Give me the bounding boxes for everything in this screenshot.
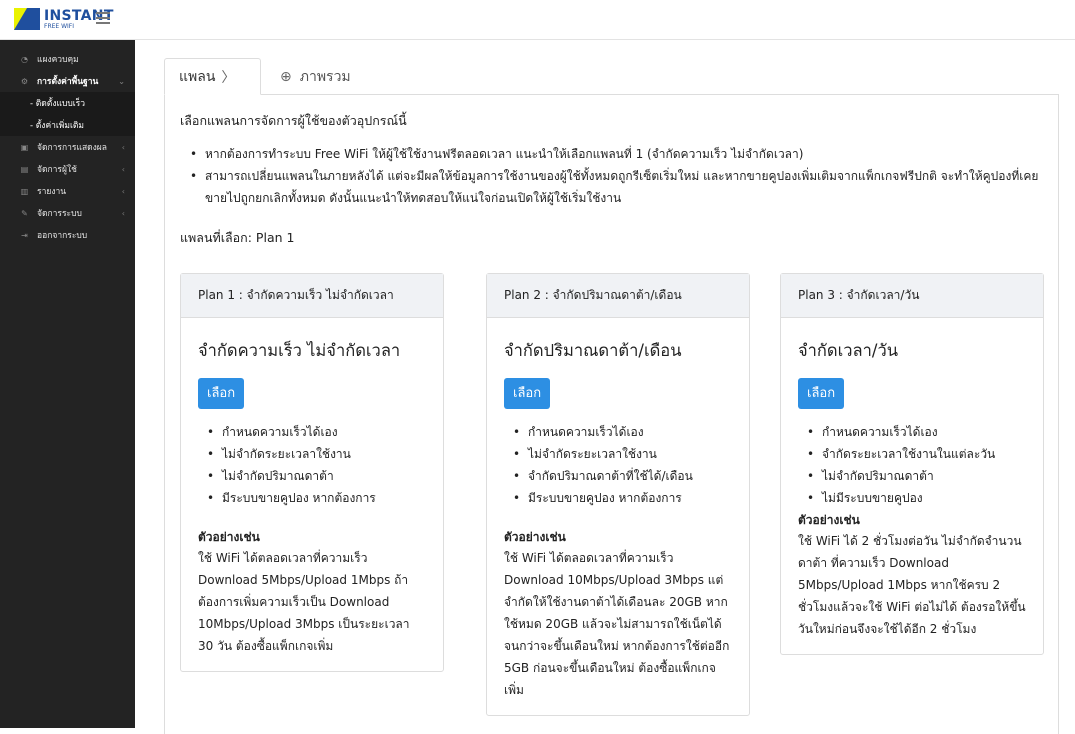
logo-mark-icon: [14, 8, 40, 30]
example-title: ตัวอย่างเช่น: [798, 513, 860, 527]
feature-item: จำกัดปริมาณดาต้าที่ใช้ได้/เดือน: [504, 465, 732, 487]
chart-icon: ▥: [20, 186, 29, 196]
feature-item: ไม่จำกัดระยะเวลาใช้งาน: [504, 443, 732, 465]
example-text: ใช้ WiFi ได้ตลอดเวลาที่ความเร็ว Download…: [198, 551, 410, 653]
feature-item: กำหนดความเร็วได้เอง: [198, 421, 426, 443]
main-content: แพลน 〉 ⊕ ภาพรวม เลือกแพลนการจัดการผู้ใช้…: [160, 58, 1059, 734]
tab-overview[interactable]: ⊕ ภาพรวม: [266, 58, 365, 95]
info-list: หากต้องการทำระบบ Free WiFi ให้ผู้ใช้ใช้ง…: [180, 143, 1050, 209]
sidebar-item-label: ออกจากระบบ: [37, 231, 88, 241]
plan-card-3: Plan 3 : จำกัดเวลา/วัน จำกัดเวลา/วัน เลื…: [780, 273, 1044, 655]
chevron-down-icon: ⌄: [118, 76, 125, 86]
sidebar-item-basic-settings[interactable]: ⚙ การตั้งค่าพื้นฐาน ⌄: [0, 70, 135, 92]
example-text: ใช้ WiFi ได้ตลอดเวลาที่ความเร็ว Download…: [504, 551, 730, 697]
feature-item: ไม่มีระบบขายคูปอง: [798, 487, 1026, 509]
plan-card-header: Plan 3 : จำกัดเวลา/วัน: [781, 274, 1043, 318]
gear-icon: ⚙: [20, 76, 29, 86]
feature-item: มีระบบขายคูปอง หากต้องการ: [504, 487, 732, 509]
sidebar-item-system[interactable]: ✎ จัดการระบบ ‹: [0, 202, 135, 224]
plan-card-header: Plan 2 : จำกัดปริมาณดาต้า/เดือน: [487, 274, 749, 318]
sidebar: ◔ แผงควบคุม ⚙ การตั้งค่าพื้นฐาน ⌄ - ติดต…: [0, 40, 135, 728]
sidebar-item-display[interactable]: ▣ จัดการการแสดงผล ‹: [0, 136, 135, 158]
logout-icon: ⇥: [21, 230, 28, 240]
crosshair-icon: ⊕: [280, 68, 292, 85]
image-icon: ▣: [20, 142, 29, 152]
feature-list: กำหนดความเร็วได้เอง ไม่จำกัดระยะเวลาใช้ง…: [504, 421, 732, 509]
selected-plan-label: แพลนที่เลือก: Plan 1: [180, 230, 295, 245]
brand-subtitle: FREE WIFI: [44, 22, 75, 30]
top-bar: INSTANT FREE WIFI: [0, 0, 1075, 40]
chevron-left-icon: ‹: [121, 142, 125, 152]
sidebar-item-logout[interactable]: ⇥ ออกจากระบบ: [0, 224, 135, 246]
intro-text: เลือกแพลนการจัดการผู้ใช้ของตัวอุปกรณ์นี้: [180, 113, 407, 128]
sidebar-item-label: แผงควบคุม: [37, 55, 79, 65]
info-item: สามารถเปลี่ยนแพลนในภายหลังได้ แต่จะมีผลใ…: [180, 165, 1050, 209]
sidebar-item-label: จัดการระบบ: [37, 209, 82, 219]
tab-plan[interactable]: แพลน 〉: [164, 58, 261, 95]
dashboard-icon: ◔: [21, 54, 28, 64]
chevron-left-icon: ‹: [121, 208, 125, 218]
plan-card-header: Plan 1 : จำกัดความเร็ว ไม่จำกัดเวลา: [181, 274, 443, 318]
user-icon: ▤: [20, 164, 29, 174]
wrench-icon: ✎: [21, 208, 28, 218]
menu-toggle-icon[interactable]: [96, 12, 110, 24]
sidebar-item-label: รายงาน: [37, 187, 67, 197]
plan-card-2: Plan 2 : จำกัดปริมาณดาต้า/เดือน จำกัดปริ…: [486, 273, 750, 716]
chevron-right-icon: 〉: [221, 69, 236, 86]
feature-item: กำหนดความเร็วได้เอง: [798, 421, 1026, 443]
tab-bar: แพลน 〉 ⊕ ภาพรวม: [160, 58, 1045, 95]
feature-item: จำกัดระยะเวลาใช้งานในแต่ละวัน: [798, 443, 1026, 465]
feature-list: กำหนดความเร็วได้เอง จำกัดระยะเวลาใช้งานใ…: [798, 421, 1026, 509]
example-text: ใช้ WiFi ได้ 2 ชั่วโมงต่อวัน ไม่จำกัดจำน…: [798, 534, 1026, 636]
sidebar-item-label: จัดการผู้ใช้: [37, 165, 77, 175]
sidebar-item-reports[interactable]: ▥ รายงาน ‹: [0, 180, 135, 202]
sidebar-item-dashboard[interactable]: ◔ แผงควบคุม: [0, 48, 135, 70]
example-title: ตัวอย่างเช่น: [504, 530, 566, 544]
tab-panel: เลือกแพลนการจัดการผู้ใช้ของตัวอุปกรณ์นี้…: [164, 94, 1059, 734]
feature-item: ไม่จำกัดปริมาณดาต้า: [198, 465, 426, 487]
select-plan-1-button[interactable]: เลือก: [198, 378, 245, 409]
plan-card-1: Plan 1 : จำกัดความเร็ว ไม่จำกัดเวลา จำกั…: [180, 273, 444, 672]
select-plan-2-button[interactable]: เลือก: [504, 378, 551, 409]
sidebar-subitem-quick-setup[interactable]: - ติดตั้งแบบเร็ว: [0, 92, 135, 114]
plan-card-title: จำกัดเวลา/วัน: [798, 341, 899, 360]
sidebar-item-label: จัดการการแสดงผล: [37, 143, 107, 153]
info-item: หากต้องการทำระบบ Free WiFi ให้ผู้ใช้ใช้ง…: [180, 143, 1050, 165]
example-title: ตัวอย่างเช่น: [198, 530, 260, 544]
feature-item: กำหนดความเร็วได้เอง: [504, 421, 732, 443]
feature-item: ไม่จำกัดปริมาณดาต้า: [798, 465, 1026, 487]
sidebar-item-users[interactable]: ▤ จัดการผู้ใช้ ‹: [0, 158, 135, 180]
sidebar-subitem-advanced-settings[interactable]: - ตั้งค่าเพิ่มเติม: [0, 114, 135, 136]
plan-card-title: จำกัดความเร็ว ไม่จำกัดเวลา: [198, 341, 401, 360]
feature-item: มีระบบขายคูปอง หากต้องการ: [198, 487, 426, 509]
feature-item: ไม่จำกัดระยะเวลาใช้งาน: [198, 443, 426, 465]
chevron-left-icon: ‹: [121, 186, 125, 196]
plan-card-title: จำกัดปริมาณดาต้า/เดือน: [504, 341, 682, 360]
chevron-left-icon: ‹: [121, 164, 125, 174]
sidebar-item-label: การตั้งค่าพื้นฐาน: [37, 77, 99, 87]
feature-list: กำหนดความเร็วได้เอง ไม่จำกัดระยะเวลาใช้ง…: [198, 421, 426, 509]
select-plan-3-button[interactable]: เลือก: [798, 378, 845, 409]
